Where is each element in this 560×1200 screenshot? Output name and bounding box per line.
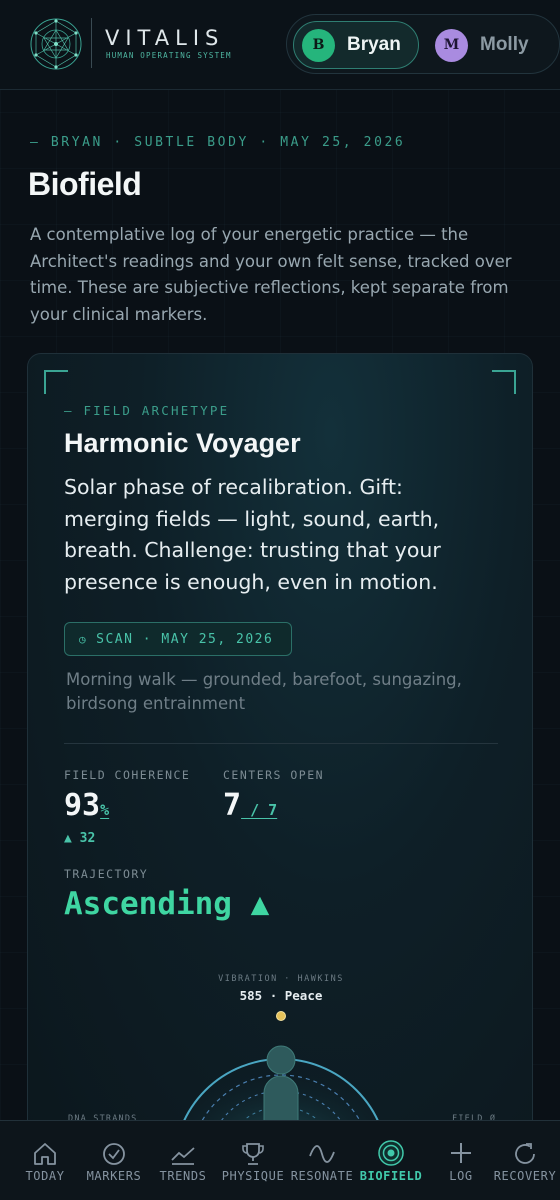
- wave-icon: [309, 1145, 335, 1163]
- nav-label: MARKERS: [86, 1169, 142, 1183]
- refresh-icon: [515, 1143, 535, 1164]
- scan-date-badge[interactable]: ◷ SCAN · MAY 25, 2026: [64, 622, 292, 656]
- nav-label: RESONATE: [290, 1169, 354, 1183]
- nav-label: RECOVERY: [493, 1169, 557, 1183]
- nav-resonate[interactable]: RESONATE: [287, 1121, 357, 1200]
- nav-biofield[interactable]: BIOFIELD: [356, 1121, 426, 1200]
- divider: [64, 743, 498, 744]
- trophy-icon: [242, 1143, 264, 1165]
- centers-total: / 7: [241, 801, 278, 819]
- plus-icon: [451, 1143, 471, 1163]
- centers-label: CENTERS OPEN: [223, 768, 325, 782]
- brand-tagline: HUMAN OPERATING SYSTEM: [106, 51, 232, 60]
- trajectory-label: TRAJECTORY: [64, 867, 149, 881]
- coherence-unit: %: [100, 801, 110, 819]
- coherence-delta: ▲ 32: [64, 831, 96, 846]
- scan-note: Morning walk — grounded, barefoot, sunga…: [66, 670, 462, 713]
- nav-label: TRENDS: [159, 1169, 207, 1183]
- trend-line-icon: [171, 1147, 195, 1165]
- scan-label: SCAN · MAY 25, 2026: [96, 631, 274, 647]
- vibration-value: 585 · Peace: [239, 988, 323, 1003]
- corner-bracket: [492, 370, 516, 394]
- figure-head: [266, 1045, 296, 1075]
- user-name: Molly: [480, 34, 529, 55]
- nav-today[interactable]: TODAY: [10, 1121, 80, 1200]
- coherence-label: FIELD COHERENCE: [64, 768, 191, 782]
- corner-bracket: [44, 370, 68, 394]
- check-circle-icon: [103, 1143, 125, 1165]
- top-bar: VITALIS HUMAN OPERATING SYSTEM B Bryan M…: [0, 0, 560, 90]
- centers-number: 7: [223, 788, 242, 823]
- user-name: Bryan: [347, 34, 401, 55]
- page-intro: A contemplative log of your energetic pr…: [30, 225, 512, 324]
- nav-physique[interactable]: PHYSIQUE: [218, 1121, 288, 1200]
- page-eyebrow: — BRYAN · SUBTLE BODY · MAY 25, 2026: [30, 135, 406, 150]
- nav-log[interactable]: LOG: [426, 1121, 496, 1200]
- nav-markers[interactable]: MARKERS: [79, 1121, 149, 1200]
- user-pill-bryan[interactable]: B Bryan: [293, 21, 419, 69]
- home-icon: [34, 1143, 56, 1165]
- trajectory-value: Ascending ▲: [64, 886, 270, 922]
- nav-trends[interactable]: TRENDS: [148, 1121, 218, 1200]
- nav-label: BIOFIELD: [359, 1169, 423, 1183]
- archetype-description: Solar phase of recalibration. Gift: merg…: [64, 475, 441, 594]
- clock-icon: ◷: [79, 632, 88, 646]
- card-eyebrow: — FIELD ARCHETYPE: [64, 403, 230, 418]
- user-pill-molly[interactable]: M Molly: [427, 21, 560, 69]
- nav-label: PHYSIQUE: [221, 1169, 285, 1183]
- nav-recovery[interactable]: RECOVERY: [490, 1121, 560, 1200]
- target-rings-icon: [378, 1140, 404, 1166]
- vibration-marker: [276, 1011, 286, 1021]
- field-archetype-card: — FIELD ARCHETYPE Harmonic Voyager Solar…: [27, 353, 533, 1153]
- coherence-number: 93: [64, 788, 101, 823]
- avatar: B: [302, 28, 335, 62]
- archetype-title: Harmonic Voyager: [64, 428, 301, 458]
- logo-divider: [91, 18, 92, 68]
- brand-name: VITALIS: [105, 26, 225, 50]
- centers-value: 7 / 7: [223, 788, 277, 823]
- user-switcher: B Bryan M Molly: [286, 14, 560, 74]
- coherence-value: 93%: [64, 788, 109, 823]
- geometric-constellation-icon[interactable]: [28, 16, 84, 72]
- nav-label: LOG: [449, 1169, 473, 1183]
- page-title: Biofield: [28, 166, 142, 202]
- nav-label: TODAY: [25, 1169, 65, 1183]
- vibration-label: VIBRATION · HAWKINS: [218, 974, 344, 984]
- avatar: M: [435, 28, 468, 62]
- bottom-nav: TODAY MARKERS TRENDS PHYSIQUE RESONATE B…: [0, 1120, 560, 1200]
